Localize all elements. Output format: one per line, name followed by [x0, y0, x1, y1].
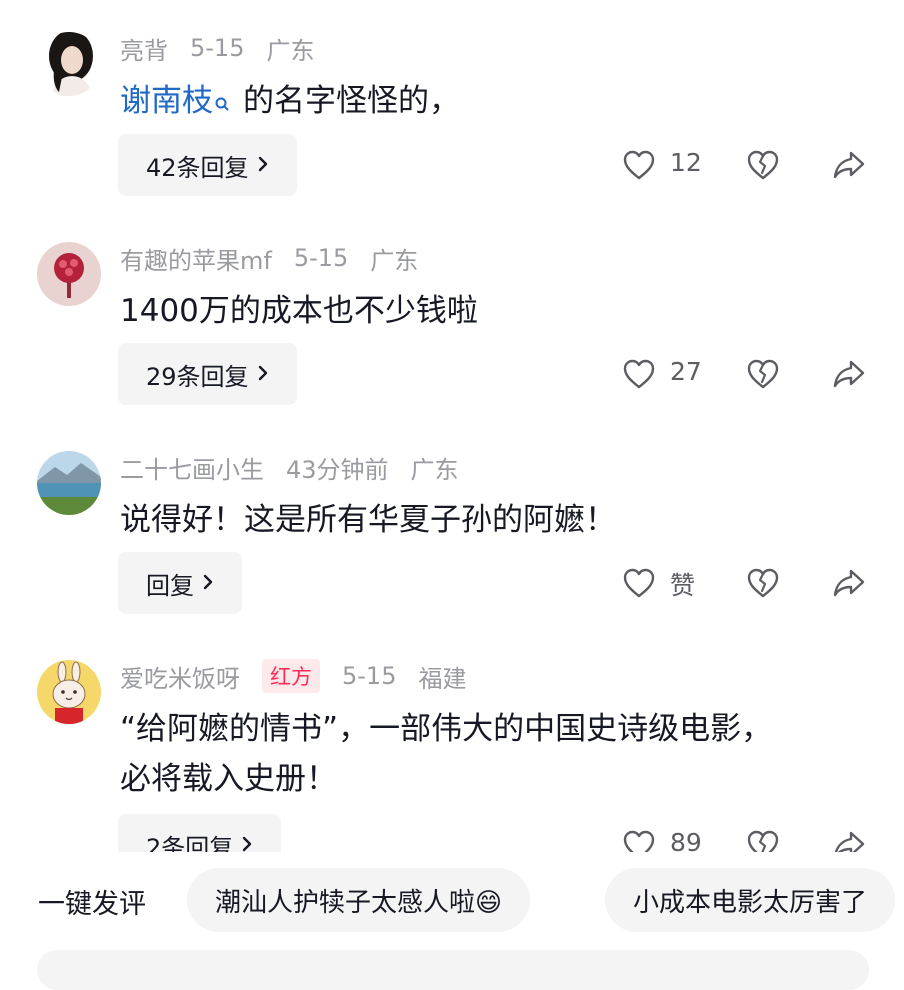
quick-comment-bar: 一键发评 潮汕人护犊子太感人啦😄 小成本电影太厉害了 [0, 868, 904, 934]
heart-outline-icon[interactable] [622, 829, 656, 852]
avatar[interactable] [37, 242, 101, 306]
comment-meta: 爱吃米饭呀 红方 5-15 福建 [120, 659, 488, 694]
comment-actions: 89 [622, 814, 882, 852]
quick-comment-label: 一键发评 [38, 889, 146, 920]
like-count: 12 [670, 148, 702, 177]
comment-date: 5-15 [342, 662, 397, 690]
view-replies-button[interactable]: 2条回复 [118, 814, 282, 853]
chevron-right-icon [241, 831, 253, 852]
comment-meta: 二十七画小生 43分钟前 广东 [120, 450, 481, 485]
comment-actions: 12 [622, 134, 882, 196]
reply-label: 回复 [146, 571, 194, 600]
comment-body: 的名字怪怪的， [243, 83, 460, 119]
comment-input-bar[interactable] [37, 950, 869, 990]
comment-text: “给阿嬷的情书”，一部伟大的中国史诗级电影， 必将载入史册！ [120, 704, 772, 804]
broken-heart-icon[interactable] [746, 358, 780, 394]
comment-line: 必将载入史册！ [120, 761, 337, 797]
mention-link[interactable]: 谢南枝 [120, 83, 213, 119]
search-mention-icon [215, 80, 229, 130]
chevron-right-icon [257, 151, 269, 179]
comment-date: 5-15 [190, 34, 245, 62]
username[interactable]: 亮背 [120, 31, 168, 66]
team-badge: 红方 [262, 659, 320, 693]
comment-actions: 赞 [622, 552, 882, 614]
reply-label: 2条回复 [146, 833, 234, 853]
comment-text: 1400万的成本也不少钱啦 [120, 293, 478, 329]
comment-location: 广东 [266, 36, 315, 65]
username[interactable]: 有趣的苹果mf [120, 241, 272, 276]
reply-label: 42条回复 [146, 153, 249, 182]
comment-date: 43分钟前 [286, 455, 389, 484]
chevron-right-icon [257, 360, 269, 388]
quick-comment-chip[interactable]: 小成本电影太厉害了 [605, 868, 896, 932]
quick-comment-chip[interactable]: 潮汕人护犊子太感人啦😄 [187, 868, 531, 932]
heart-outline-icon[interactable] [622, 567, 656, 603]
broken-heart-icon[interactable] [746, 149, 780, 185]
reply-button[interactable]: 回复 [118, 552, 242, 614]
heart-outline-icon[interactable] [622, 149, 656, 185]
broken-heart-icon[interactable] [746, 567, 780, 603]
avatar[interactable] [37, 660, 101, 724]
heart-outline-icon[interactable] [622, 358, 656, 394]
like-count: 赞 [670, 571, 696, 600]
like-count: 27 [670, 357, 702, 386]
comment-location: 广东 [370, 246, 419, 275]
share-arrow-icon[interactable] [832, 567, 866, 603]
chevron-right-icon [202, 569, 214, 597]
comment-location: 福建 [418, 664, 467, 693]
comment-location: 广东 [410, 455, 459, 484]
avatar[interactable] [37, 32, 101, 96]
username[interactable]: 爱吃米饭呀 [120, 659, 240, 694]
username[interactable]: 二十七画小生 [120, 450, 264, 485]
view-replies-button[interactable]: 29条回复 [118, 343, 297, 405]
broken-heart-icon[interactable] [746, 829, 780, 852]
comment-line: “给阿嬷的情书”，一部伟大的中国史诗级电影， [120, 711, 773, 747]
comment-text: 说得好！这是所有华夏子孙的阿嬷！ [120, 502, 616, 538]
avatar[interactable] [37, 451, 101, 515]
comment-text: 谢南枝 的名字怪怪的， [120, 76, 460, 126]
share-arrow-icon[interactable] [832, 149, 866, 185]
share-arrow-icon[interactable] [832, 358, 866, 394]
comment-meta: 有趣的苹果mf 5-15 广东 [120, 241, 440, 276]
share-arrow-icon[interactable] [832, 829, 866, 852]
reply-label: 29条回复 [146, 362, 249, 391]
view-replies-button[interactable]: 42条回复 [118, 134, 297, 196]
comment-date: 5-15 [293, 244, 349, 272]
like-count: 89 [670, 828, 702, 852]
comment-list: 亮背 5-15 广东 谢南枝 的名字怪怪的， 42条回复 12 有趣的苹果mf … [0, 0, 904, 852]
comment-actions: 27 [622, 343, 882, 405]
comment-meta: 亮背 5-15 广东 [120, 31, 336, 66]
